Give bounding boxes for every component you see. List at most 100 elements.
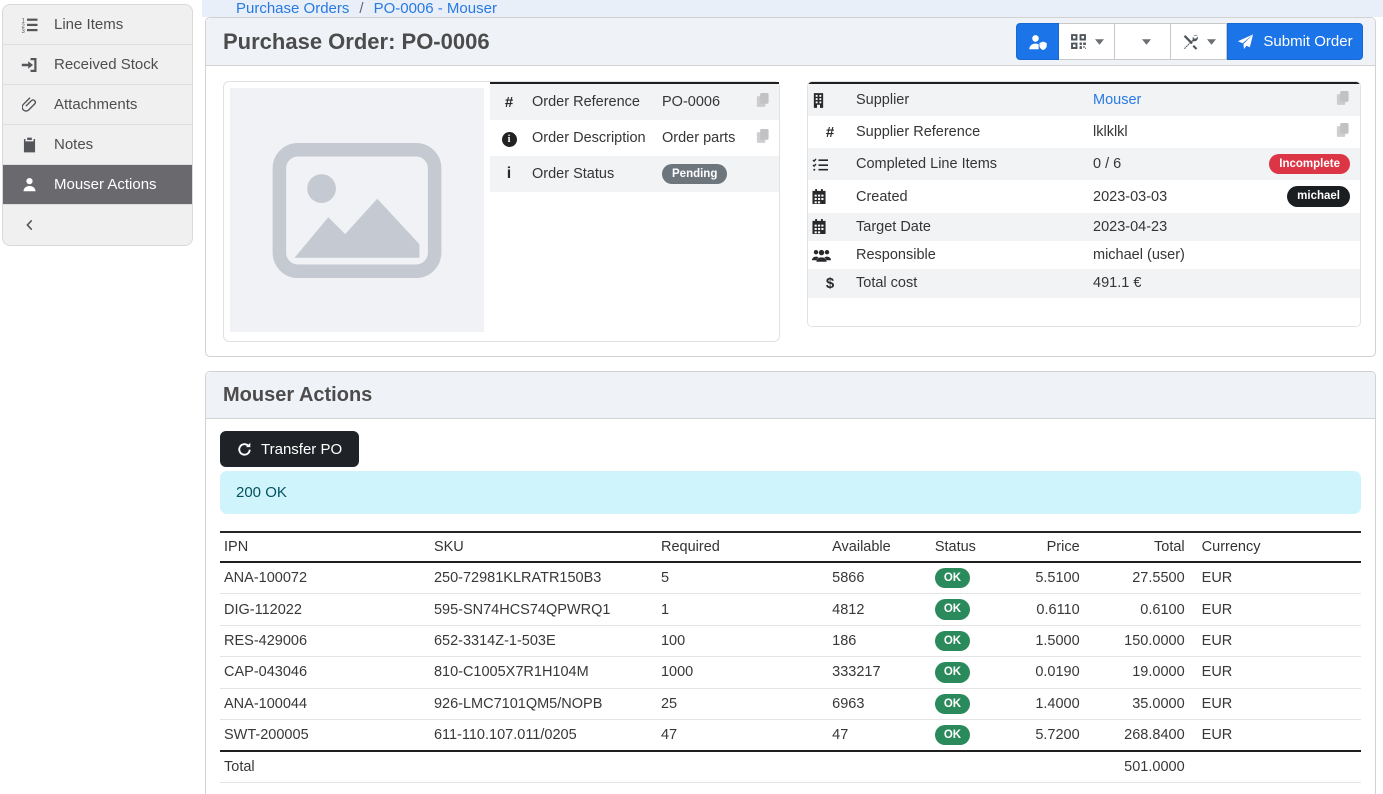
status-badge: OK: [935, 599, 970, 619]
col-header-total: Total: [1084, 532, 1189, 562]
col-header-ipn: IPN: [220, 532, 430, 562]
order-details-table: #Order ReferencePO-0006 i Order Descriptio…: [490, 82, 779, 192]
detail-icon-cell: i: [490, 120, 528, 156]
order-panel-body: #Order ReferencePO-0006 i Order Descriptio…: [206, 66, 1375, 356]
paperclip-icon: [19, 97, 39, 113]
cell-required: 1: [657, 594, 828, 625]
order-panel: Purchase Order: PO-0006: [205, 17, 1376, 357]
detail-extra-cell: [751, 120, 779, 156]
detail-row: Created2023-03-03michael: [808, 180, 1360, 212]
detail-row: #Order ReferencePO-0006: [490, 83, 779, 120]
detail-icon-cell: i: [490, 156, 528, 192]
hash-icon: #: [505, 95, 513, 111]
order-options-button[interactable]: [1171, 23, 1227, 60]
detail-label: Order Description: [528, 120, 658, 156]
cell-price: 1.5000: [1006, 625, 1084, 656]
hash-icon: #: [826, 125, 834, 141]
admin-button[interactable]: [1016, 23, 1059, 60]
cell-ipn: DIG-112022: [220, 594, 430, 625]
status-alert-text: 200 OK: [236, 484, 287, 501]
user-badge: michael: [1287, 186, 1350, 206]
cell-available: 333217: [828, 657, 931, 688]
col-header-sku: SKU: [430, 532, 657, 562]
breadcrumb-link-current-order[interactable]: PO-0006 - Mouser: [374, 0, 497, 17]
detail-row: SupplierMouser: [808, 83, 1360, 116]
sidebar-item-mouser-actions[interactable]: Mouser Actions: [3, 165, 192, 205]
sidebar-item-line-items[interactable]: 123Line Items: [3, 5, 192, 45]
info-icon: i: [507, 166, 511, 182]
detail-value: 2023-04-23: [1089, 213, 1248, 241]
cell-sku: 926-LMC7101QM5/NOPB: [430, 688, 657, 719]
cell-currency: EUR: [1189, 562, 1361, 594]
mouser-actions-body: Transfer PO 200 OK IPN SKU: [206, 419, 1375, 794]
cell-required: 1000: [657, 657, 828, 688]
detail-label: Responsible: [852, 241, 1089, 269]
cell-required: 47: [657, 719, 828, 751]
sidebar-item-received-stock[interactable]: Received Stock: [3, 45, 192, 85]
status-badge: OK: [935, 694, 970, 714]
sidebar-collapse-button[interactable]: [3, 205, 192, 245]
col-header-price: Price: [1006, 532, 1084, 562]
user-icon: [19, 177, 39, 192]
order-summary-card: #Order ReferencePO-0006 i Order Descriptio…: [223, 81, 780, 342]
sidebar-item-label: Attachments: [54, 96, 137, 113]
status-alert: 200 OK: [220, 471, 1361, 514]
cell-total: 0.6100: [1084, 594, 1189, 625]
cell-status: OK: [931, 688, 1006, 719]
detail-row: iOrder StatusPending: [490, 156, 779, 192]
info-circle-icon: i: [502, 130, 517, 146]
cell-status: OK: [931, 657, 1006, 688]
chevron-down-icon: [1095, 39, 1104, 45]
print-actions-button[interactable]: [1115, 23, 1171, 60]
table-row: SWT-200005611-110.107.011/02054747OK5.72…: [220, 719, 1361, 751]
sign-in-icon: [19, 57, 39, 73]
copy-icon[interactable]: [755, 92, 770, 112]
col-header-currency: Currency: [1189, 532, 1361, 562]
copy-icon[interactable]: [1335, 122, 1350, 142]
clipboard-icon: [19, 137, 39, 153]
parts-table-body: ANA-100072250-72981KLRATR150B355866OK5.5…: [220, 562, 1361, 751]
detail-label: Total cost: [852, 269, 1089, 298]
dollar-icon: $: [826, 276, 834, 292]
detail-icon-cell: [808, 241, 852, 269]
sidebar-item-attachments[interactable]: Attachments: [3, 85, 192, 125]
users-icon: [812, 248, 848, 262]
supplier-details-table: SupplierMouser # Supplier Referencelklklkl…: [808, 82, 1360, 326]
barcode-actions-button[interactable]: [1059, 23, 1115, 60]
detail-row: Responsiblemichael (user): [808, 241, 1360, 269]
detail-value: lklklkl: [1089, 116, 1248, 148]
status-badge: OK: [935, 725, 970, 745]
cell-sku: 595-SN74HCS74QPWRQ1: [430, 594, 657, 625]
detail-value: Order parts: [658, 120, 751, 156]
order-image-placeholder[interactable]: [230, 88, 484, 332]
cell-ipn: SWT-200005: [220, 719, 430, 751]
page-content: Purchase Order: PO-0006: [195, 17, 1383, 794]
detail-row: $Total cost491.1 €: [808, 269, 1360, 298]
sidebar-item-notes[interactable]: Notes: [3, 125, 192, 165]
cell-sku: 250-72981KLRATR150B3: [430, 562, 657, 594]
parts-table-foot: Total 501.0000: [220, 751, 1361, 783]
cell-currency: EUR: [1189, 719, 1361, 751]
cell-price: 0.0190: [1006, 657, 1084, 688]
detail-extra-cell: Incomplete: [1248, 148, 1360, 180]
detail-value: Pending: [658, 156, 751, 192]
transfer-po-button[interactable]: Transfer PO: [220, 431, 359, 467]
submit-order-button[interactable]: Submit Order: [1227, 23, 1363, 60]
table-row: ANA-100072250-72981KLRATR150B355866OK5.5…: [220, 562, 1361, 594]
breadcrumb-link-purchase-orders[interactable]: Purchase Orders: [236, 0, 349, 17]
cell-price: 5.7200: [1006, 719, 1084, 751]
detail-icon-cell: #: [490, 83, 528, 120]
detail-row: i Order DescriptionOrder parts: [490, 120, 779, 156]
cell-status: OK: [931, 719, 1006, 751]
cell-status: OK: [931, 625, 1006, 656]
detail-icon-cell: [808, 83, 852, 116]
detail-label: Supplier Reference: [852, 116, 1089, 148]
status-badge: Pending: [662, 164, 727, 184]
incomplete-badge: Incomplete: [1269, 154, 1350, 174]
supplier-link[interactable]: Mouser: [1093, 92, 1141, 108]
copy-icon[interactable]: [755, 128, 770, 148]
breadcrumb: Purchase Orders / PO-0006 - Mouser: [202, 0, 1383, 17]
svg-text:3: 3: [21, 29, 25, 33]
copy-icon[interactable]: [1335, 90, 1350, 110]
detail-extra-cell: [751, 156, 779, 192]
